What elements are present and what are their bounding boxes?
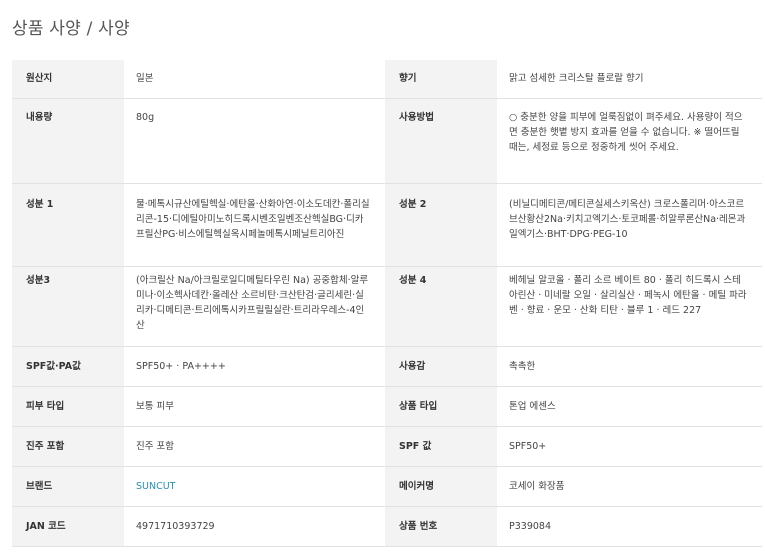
spec-row-skin-type: 피부 타입 보통 피부 상품 타입 톤업 에센스 <box>12 386 762 427</box>
spec-label: 향기 <box>385 60 497 99</box>
spec-row-ingredients-b: 성분3 (아크릴산 Na/아크릴로일디메틸타우린 Na) 공중합체·알루미나·이… <box>12 266 762 347</box>
spec-value: 톤업 에센스 <box>497 386 762 427</box>
spec-value: P339084 <box>497 506 762 547</box>
spec-label: 원산지 <box>12 60 124 99</box>
brand-link[interactable]: SUNCUT <box>136 481 175 492</box>
spec-row-brand: 브랜드 SUNCUT 메이커명 코세이 화장품 <box>12 466 762 507</box>
spec-page: 상품 사양 / 사양 원산지 일본 향기 맑고 섬세한 크리스탈 플로랄 향기 … <box>0 0 765 555</box>
spec-value: 4971710393729 <box>124 506 385 547</box>
spec-row-jan: JAN 코드 4971710393729 상품 번호 P339084 <box>12 506 762 547</box>
spec-row-spf-pa: SPF값·PA값 SPF50+ · PA++++ 사용감 촉촉한 <box>12 346 762 387</box>
spec-value: 일본 <box>124 60 385 99</box>
spec-label: 성분3 <box>12 266 124 347</box>
spec-value: 보통 피부 <box>124 386 385 427</box>
spec-label: 메이커명 <box>385 466 497 507</box>
spec-value: SUNCUT <box>124 466 385 507</box>
spec-value: 물·메톡시규산에틸헥실·에탄올·산화아연·이소도데칸·폴리실리콘-15·디에틸아… <box>124 183 385 267</box>
spec-label: JAN 코드 <box>12 506 124 547</box>
spec-row-volume: 내용량 80g 사용방법 ○ 충분한 양을 피부에 얼룩짐없이 펴주세요. 사용… <box>12 98 762 184</box>
spec-value: (비닐디메티콘/메티콘실세스키옥산) 크로스폴리머·아스코르브산황산2Na·키치… <box>497 183 762 267</box>
spec-table: 원산지 일본 향기 맑고 섬세한 크리스탈 플로랄 향기 내용량 80g 사용방… <box>12 60 762 547</box>
spec-value: 맑고 섬세한 크리스탈 플로랄 향기 <box>497 60 762 99</box>
spec-label: 피부 타입 <box>12 386 124 427</box>
spec-label: 진주 포함 <box>12 426 124 467</box>
spec-value: (아크릴산 Na/아크릴로일디메틸타우린 Na) 공중합체·알루미나·이소헥사데… <box>124 266 385 347</box>
spec-label: 사용감 <box>385 346 497 387</box>
spec-value: 베헤닐 알코올 · 폴리 소르 베이트 80 · 폴리 히드록시 스테아린산 ·… <box>497 266 762 347</box>
spec-value: 80g <box>124 98 385 184</box>
spec-label: 성분 4 <box>385 266 497 347</box>
spec-label: 성분 1 <box>12 183 124 267</box>
spec-label: SPF값·PA값 <box>12 346 124 387</box>
spec-value: 코세이 화장품 <box>497 466 762 507</box>
spec-value: 진주 포함 <box>124 426 385 467</box>
spec-label: SPF 값 <box>385 426 497 467</box>
spec-label: 사용방법 <box>385 98 497 184</box>
spec-label: 내용량 <box>12 98 124 184</box>
spec-value: ○ 충분한 양을 피부에 얼룩짐없이 펴주세요. 사용량이 적으면 충분한 햇볕… <box>497 98 762 184</box>
spec-row-ingredients-a: 성분 1 물·메톡시규산에틸헥실·에탄올·산화아연·이소도데칸·폴리실리콘-15… <box>12 183 762 267</box>
spec-row-pearl: 진주 포함 진주 포함 SPF 값 SPF50+ <box>12 426 762 467</box>
spec-value: SPF50+ · PA++++ <box>124 346 385 387</box>
spec-value: 촉촉한 <box>497 346 762 387</box>
spec-label: 상품 번호 <box>385 506 497 547</box>
spec-label: 성분 2 <box>385 183 497 267</box>
page-title: 상품 사양 / 사양 <box>12 19 130 39</box>
spec-row-origin: 원산지 일본 향기 맑고 섬세한 크리스탈 플로랄 향기 <box>12 60 762 99</box>
spec-label: 브랜드 <box>12 466 124 507</box>
spec-value: SPF50+ <box>497 426 762 467</box>
spec-label: 상품 타입 <box>385 386 497 427</box>
